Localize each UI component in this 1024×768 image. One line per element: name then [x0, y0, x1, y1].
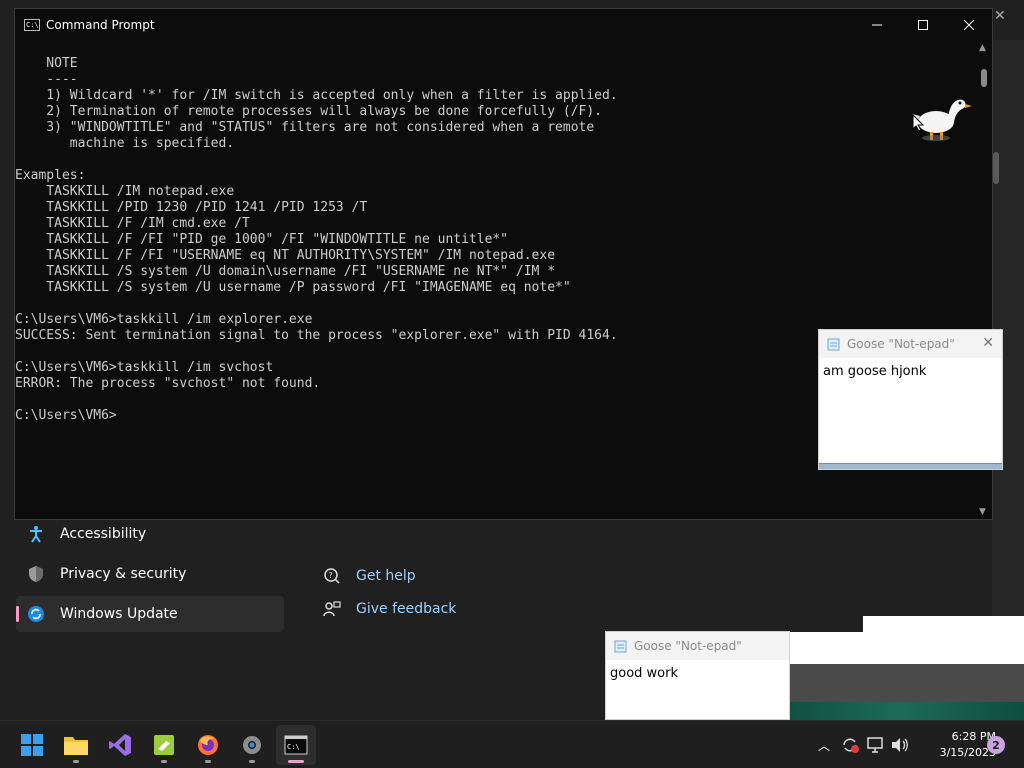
windows-update-icon: [26, 604, 46, 624]
goose-notepad-titlebar[interactable]: Goose "Not-epad": [606, 632, 789, 660]
get-help-label: Get help: [356, 568, 416, 584]
scrollbar-thumb[interactable]: [981, 69, 987, 87]
console-line: Examples:: [15, 168, 86, 183]
sidebar-item-label: Privacy & security: [60, 566, 187, 582]
app-running-indicator: [205, 760, 211, 763]
background-window-image: [775, 702, 1024, 720]
sidebar-item-label: Accessibility: [60, 526, 147, 542]
network-icon[interactable]: [866, 736, 886, 754]
windows-logo-icon: [21, 734, 43, 756]
console-line: machine is specified.: [15, 136, 235, 151]
terminal-icon: C:\: [284, 735, 308, 755]
accessibility-icon: [26, 524, 46, 544]
app-running-indicator: [249, 760, 255, 763]
sidebar-item-windows-update[interactable]: Windows Update: [16, 596, 284, 632]
taskbar-file-explorer[interactable]: [56, 725, 96, 765]
console-line: TASKKILL /F /FI "PID ge 1000" /FI "WINDO…: [15, 232, 509, 247]
goose-notepad-window[interactable]: Goose "Not-epad" good work: [605, 631, 790, 720]
taskbar: C:\ ︿ 6:28 PM 3/15/2023 2: [0, 720, 1024, 768]
minimize-button[interactable]: [854, 9, 900, 41]
maximize-icon: [918, 20, 928, 30]
sidebar-item-label: Windows Update: [60, 606, 178, 622]
scroll-down-arrow-icon[interactable]: ▼: [979, 507, 986, 517]
console-line: 1) Wildcard '*' for /IM switch is accept…: [15, 88, 618, 103]
console-line: TASKKILL /PID 1230 /PID 1241 /PID 1253 /…: [15, 200, 368, 215]
scroll-up-arrow-icon[interactable]: ▲: [979, 43, 986, 53]
minimize-icon: [872, 24, 882, 26]
notepad-icon: [614, 640, 627, 653]
close-icon[interactable]: ✕: [994, 8, 1006, 24]
mouse-cursor-icon: [912, 114, 924, 132]
visual-studio-icon: [109, 734, 131, 756]
get-help-link[interactable]: ? Get help: [322, 566, 416, 586]
app-running-indicator: [288, 760, 304, 763]
console-line: TASKKILL /S system /U username /P passwo…: [15, 280, 571, 295]
console-line: 2) Termination of remote processes will …: [15, 104, 602, 119]
console-line: NOTE: [15, 56, 78, 71]
goose-notepad-window[interactable]: Goose "Not-epad" ✕ am goose hjonk: [818, 329, 1003, 470]
app-running-indicator: [161, 760, 167, 763]
firefox-icon: [198, 735, 218, 755]
volume-icon[interactable]: [890, 736, 910, 754]
give-feedback-label: Give feedback: [356, 601, 457, 617]
console-line: TASKKILL /F /FI "USERNAME eq NT AUTHORIT…: [15, 248, 556, 263]
taskbar-notepad-plus-plus[interactable]: [144, 725, 184, 765]
taskbar-visual-studio[interactable]: [100, 725, 140, 765]
notepad-bottom-edge: [819, 463, 1002, 469]
console-line: C:\Users\VM6>taskkill /im explorer.exe: [15, 312, 313, 327]
gear-icon: [243, 736, 261, 754]
svg-text:C:\: C:\: [287, 743, 300, 751]
console-line: TASKKILL /S system /U domain\username /F…: [15, 264, 556, 279]
show-hidden-icons-chevron-up-icon[interactable]: ︿: [814, 737, 834, 754]
close-icon: [964, 20, 974, 30]
app-running-indicator: [73, 760, 79, 763]
system-clock[interactable]: 6:28 PM 3/15/2023: [916, 729, 996, 761]
notepad-title: Goose "Not-epad": [847, 337, 955, 351]
settings-scrollbar-thumb[interactable]: [993, 152, 999, 184]
sidebar-item-accessibility[interactable]: Accessibility: [16, 516, 284, 552]
shield-icon: [26, 564, 46, 584]
maximize-button[interactable]: [900, 9, 946, 41]
command-prompt-titlebar[interactable]: C:\ Command Prompt: [15, 9, 992, 41]
goose-notepad-titlebar[interactable]: Goose "Not-epad" ✕: [819, 330, 1002, 358]
background-window-band: [775, 664, 1024, 702]
taskbar-terminal[interactable]: C:\: [276, 725, 316, 765]
console-line: TASKKILL /F /IM cmd.exe /T: [15, 216, 250, 231]
folder-icon: [64, 737, 88, 755]
console-line: 3) "WINDOWTITLE" and "STATUS" filters ar…: [15, 120, 595, 135]
notepad-text[interactable]: good work: [606, 660, 789, 687]
start-button[interactable]: [12, 725, 52, 765]
notepad-title: Goose "Not-epad": [634, 639, 742, 653]
console-line: TASKKILL /IM notepad.exe: [15, 184, 235, 199]
svg-text:?: ?: [329, 571, 333, 580]
notepad-text[interactable]: am goose hjonk: [819, 358, 1002, 385]
help-icon: ?: [322, 566, 342, 586]
feedback-icon: [322, 599, 342, 619]
sidebar-item-privacy-security[interactable]: Privacy & security: [16, 556, 284, 592]
close-button[interactable]: [946, 9, 992, 41]
window-title: Command Prompt: [46, 18, 155, 32]
console-line: ----: [15, 72, 78, 87]
taskbar-settings[interactable]: [232, 725, 272, 765]
notepad-icon: [827, 338, 840, 351]
close-icon[interactable]: ✕: [982, 335, 994, 351]
taskbar-firefox[interactable]: [188, 725, 228, 765]
command-prompt-icon: C:\: [24, 19, 40, 31]
system-tray: ︿: [814, 721, 910, 768]
clock-time: 6:28 PM: [951, 730, 996, 743]
sync-error-icon[interactable]: [840, 736, 860, 754]
clock-date: 3/15/2023: [939, 746, 996, 759]
give-feedback-link[interactable]: Give feedback: [322, 599, 456, 619]
notification-badge[interactable]: 2: [987, 736, 1005, 754]
notepad-plus-plus-icon: [154, 735, 174, 755]
